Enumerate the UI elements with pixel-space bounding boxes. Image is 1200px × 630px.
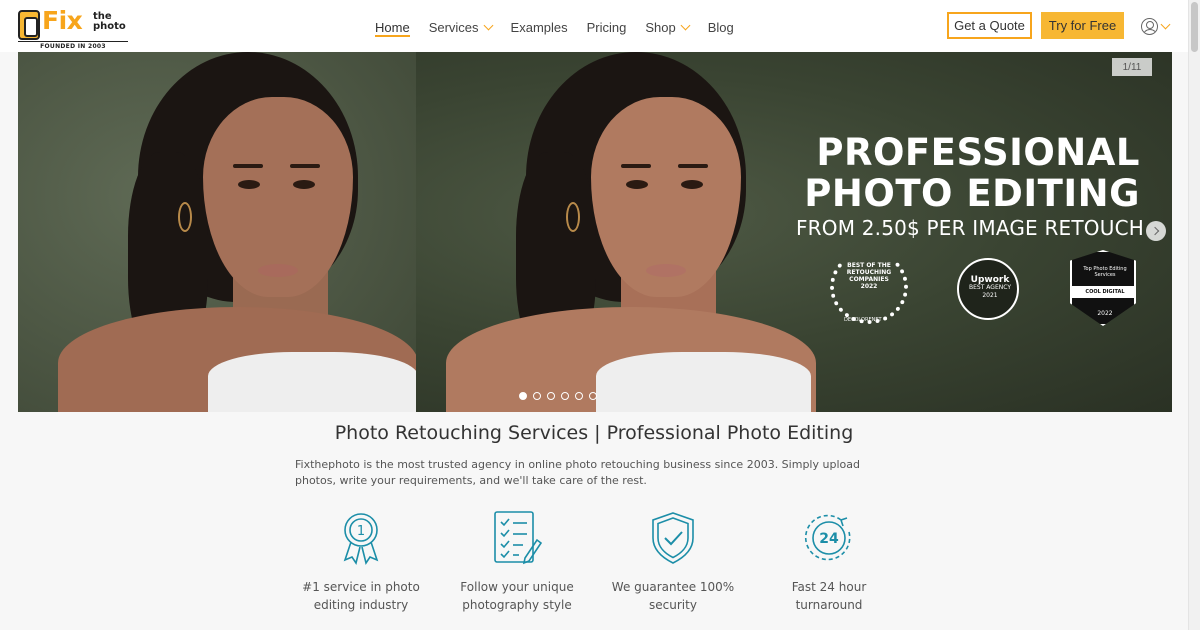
award-1-foot: DECOLORENET: [844, 317, 882, 323]
hero-title-line1: PROFESSIONAL: [816, 131, 1140, 174]
nav-services-label: Services: [428, 19, 479, 35]
slider-pagination: [519, 392, 597, 400]
award-2-caption: BEST AGENCY 2021: [969, 284, 1011, 299]
svg-text:1: 1: [357, 524, 365, 539]
award-1-text: BEST OF THE RETOUCHING COMPANIES 2022: [846, 262, 892, 290]
shield-check-icon: [652, 512, 694, 564]
logo-brand: Fix: [42, 6, 83, 35]
feature-item: We guarantee 100% security: [595, 510, 751, 614]
slide-dot-6[interactable]: [589, 392, 597, 400]
nav-home-label: Home: [375, 19, 410, 35]
nav-home[interactable]: Home: [375, 17, 410, 37]
user-icon: [1141, 17, 1158, 35]
nav-pricing-label: Pricing: [586, 19, 627, 35]
chevron-down-icon: [680, 20, 691, 30]
logo-founded: FOUNDED IN 2003: [18, 41, 128, 50]
svg-text:24: 24: [819, 531, 839, 547]
award-best-retouching-badge: BEST OF THE RETOUCHING COMPANIES 2022 DE…: [830, 250, 908, 328]
feature-label: #1 service in photo editing industry: [302, 580, 420, 612]
nav-services[interactable]: Services: [428, 17, 493, 37]
feature-label: We guarantee 100% security: [611, 580, 735, 612]
award-2-text: Upwork BEST AGENCY 2021: [963, 276, 1017, 300]
try-for-free-button[interactable]: Try for Free: [1041, 12, 1124, 39]
feature-item: Follow your unique photography style: [439, 510, 595, 614]
slide-dot-2[interactable]: [533, 392, 541, 400]
chevron-down-icon: [483, 20, 493, 30]
hero-subtitle: FROM 2.50$ PER IMAGE RETOUCH: [795, 216, 1144, 240]
slide-dot-3[interactable]: [547, 392, 555, 400]
hero-title-line2: PHOTO EDITING: [804, 172, 1140, 215]
nav-shop[interactable]: Shop: [645, 17, 691, 37]
scrollbar-thumb[interactable]: [1191, 2, 1198, 52]
before-photo: [18, 52, 416, 412]
slide-counter: 1/11: [1112, 58, 1152, 76]
nav-blog[interactable]: Blog: [708, 17, 734, 37]
upwork-logo: Upwork: [970, 275, 1010, 285]
slide-dot-5[interactable]: [575, 392, 583, 400]
model-portrait-before: [18, 52, 416, 412]
award-ribbon-icon: 1: [343, 513, 379, 565]
model-portrait-after: [416, 52, 816, 412]
page-title: Photo Retouching Services | Professional…: [334, 422, 854, 444]
hero-slider: 1/11 PROFESSIONAL PHOTO EDITING FROM 2.5…: [18, 52, 1172, 412]
fixthephoto-logo[interactable]: Fix the photo FOUNDED IN 2003: [18, 6, 133, 50]
nav-pricing[interactable]: Pricing: [587, 17, 627, 37]
logo-sub: the photo: [93, 12, 133, 32]
feature-label: Follow your unique photography style: [460, 580, 574, 612]
feature-label: Fast 24 hour turnaround: [791, 580, 867, 612]
award-3-text: Top Photo Editing Services: [1083, 266, 1127, 278]
slide-dot-4[interactable]: [561, 392, 569, 400]
feature-item: 24 Fast 24 hour turnaround: [751, 510, 907, 614]
nav-blog-label: Blog: [707, 19, 734, 35]
account-menu[interactable]: [1141, 16, 1173, 36]
award-3-ribbon: COOL DIGITAL: [1072, 286, 1136, 298]
award-upwork-badge: Upwork BEST AGENCY 2021: [957, 258, 1019, 320]
nav-examples[interactable]: Examples: [511, 17, 568, 37]
chevron-down-icon: [1160, 19, 1171, 29]
slide-dot-1[interactable]: [519, 392, 527, 400]
nav-shop-label: Shop: [645, 19, 676, 35]
nav-examples-label: Examples: [510, 19, 568, 35]
features-row: 1 #1 service in photo editing industry F…: [283, 510, 908, 614]
hero-title: PROFESSIONAL PHOTO EDITING: [804, 132, 1140, 214]
logo-badge-icon: [18, 10, 40, 40]
feature-item: 1 #1 service in photo editing industry: [283, 510, 439, 614]
get-quote-button[interactable]: Get a Quote: [947, 12, 1032, 39]
next-slide-button[interactable]: [1146, 221, 1166, 241]
logo-sub-text: the photo: [93, 11, 126, 32]
checklist-icon: [494, 511, 543, 565]
site-header: Fix the photo FOUNDED IN 2003 Home Servi…: [0, 0, 1188, 52]
page-scrollbar[interactable]: [1188, 0, 1200, 630]
intro-paragraph: Fixthephoto is the most trusted agency i…: [295, 458, 860, 487]
main-nav: Home Services Examples Pricing Shop Blog: [375, 17, 753, 37]
clock-24-icon: 24: [804, 514, 851, 561]
